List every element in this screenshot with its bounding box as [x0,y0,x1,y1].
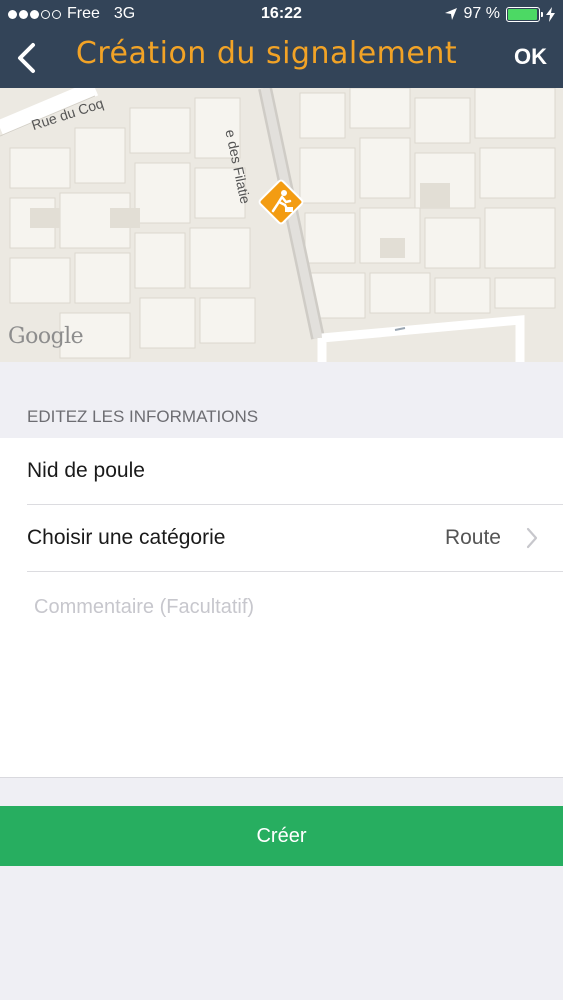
category-value: Route [444,526,501,549]
category-label: Choisir une catégorie [27,526,226,549]
battery-icon [506,6,543,22]
status-right: 97 % [444,5,555,23]
title-field[interactable]: Nid de poule [27,438,563,505]
category-selector[interactable]: Choisir une catégorie Route [27,505,563,572]
google-logo: Google [8,324,84,349]
chevron-right-icon [526,527,538,549]
back-chevron-icon[interactable] [14,42,40,74]
location-arrow-icon [444,8,457,20]
battery-percentage: 97 % [463,5,500,22]
location-map[interactable]: Rue du Coq e des Filatie Google [0,88,563,362]
create-button[interactable]: Créer [0,806,563,866]
status-bar: Free 3G 16:22 97 % [0,0,563,28]
title-value: Nid de poule [27,459,145,482]
comment-input[interactable]: Commentaire (Facultatif) [34,596,254,619]
report-form: Nid de poule Choisir une catégorie Route… [0,438,563,778]
navigation-bar: Création du signalement OK [0,28,563,88]
charging-bolt-icon [546,6,555,22]
top-bar: Free 3G 16:22 97 % Création du signaleme… [0,0,563,88]
page-title: Création du signalement [75,36,458,71]
roadwork-warning-icon[interactable] [257,178,305,226]
ok-button[interactable]: OK [514,44,547,70]
section-header: EDITEZ LES INFORMATIONS [27,407,259,426]
